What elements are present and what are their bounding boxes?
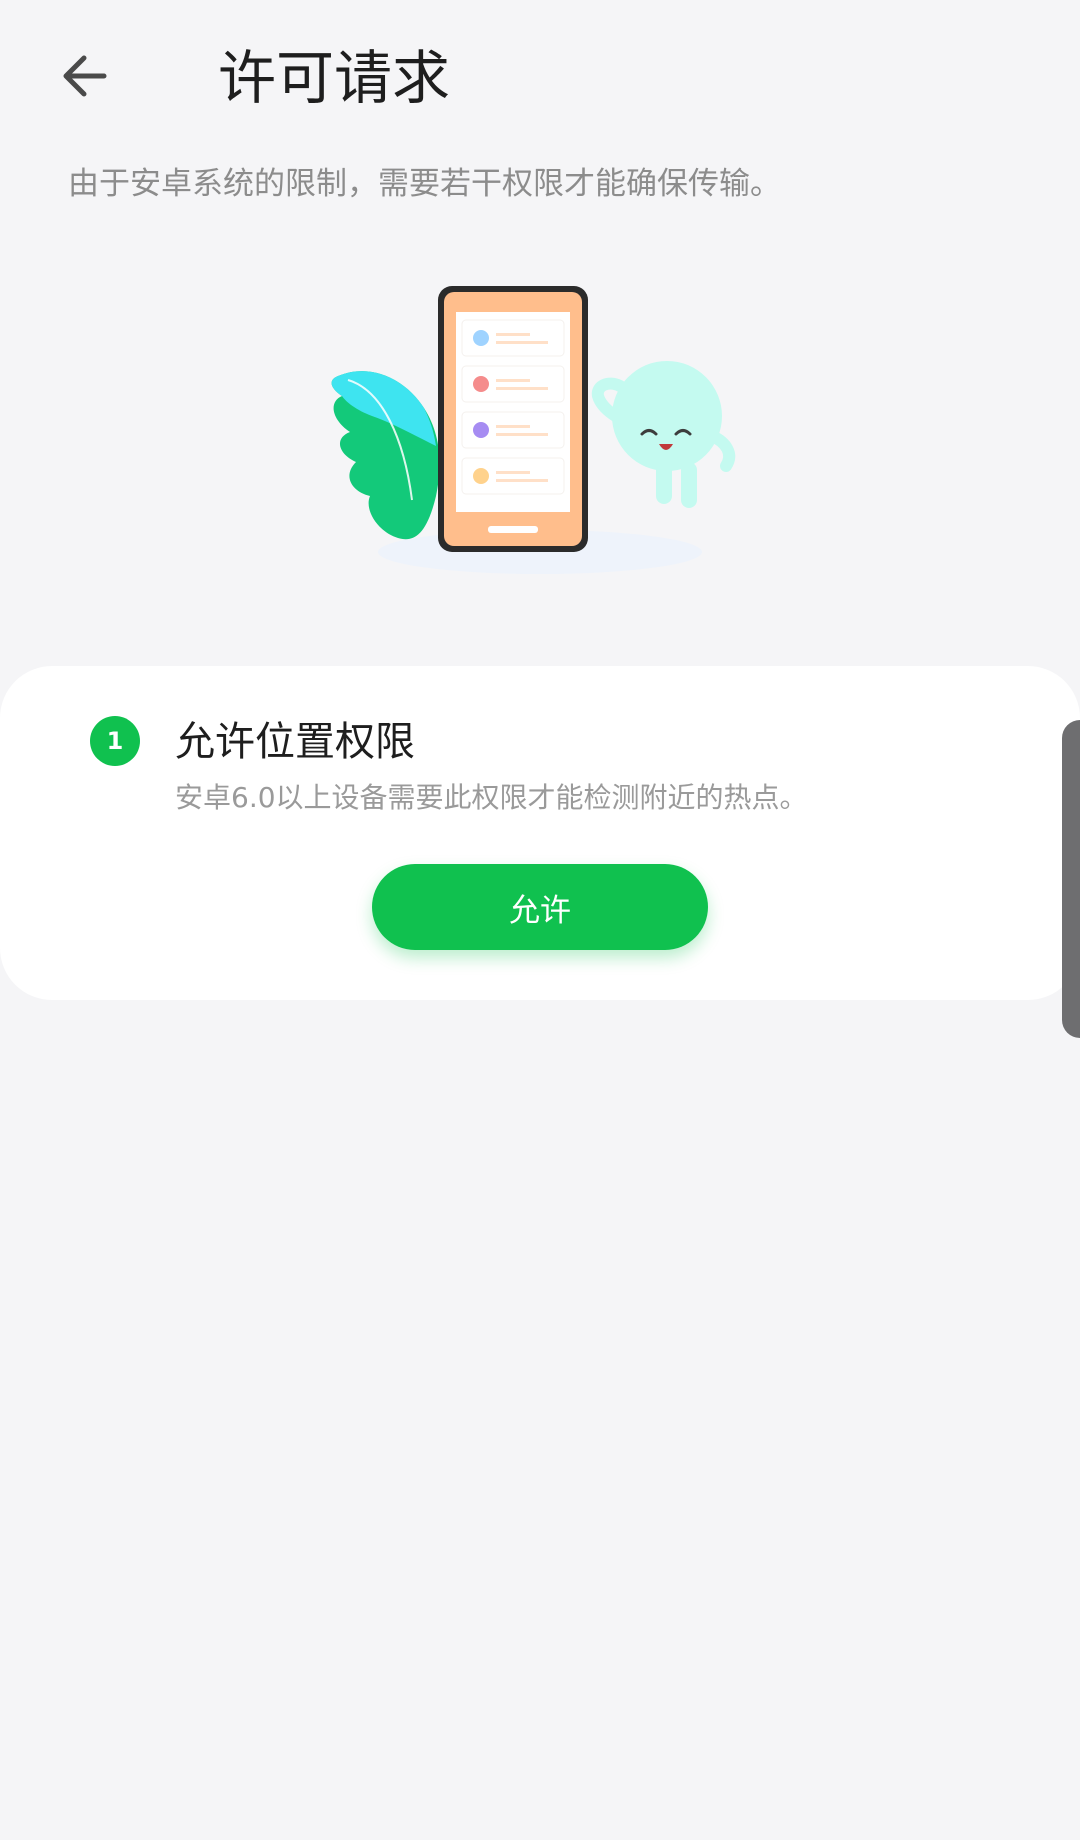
edge-panel-handle[interactable] [1062,720,1080,1038]
arrow-left-icon [63,55,107,97]
page-title: 许可请求 [218,44,451,112]
permission-title: 允许位置权限 [175,719,415,765]
back-button[interactable] [48,36,120,116]
phone-illustration-graphic [331,286,736,574]
permission-illustration [320,270,760,580]
intro-text: 由于安卓系统的限制，需要若干权限才能确保传输。 [68,166,781,202]
top-app-bar: 许可请求 [0,0,1080,160]
allow-button[interactable]: 允许 [372,864,708,950]
permission-description: 安卓6.0以上设备需要此权限才能检测附近的热点。 [175,781,808,814]
permission-card: 1 允许位置权限 安卓6.0以上设备需要此权限才能检测附近的热点。 允许 [0,666,1080,1000]
step-number-badge: 1 [90,716,140,766]
